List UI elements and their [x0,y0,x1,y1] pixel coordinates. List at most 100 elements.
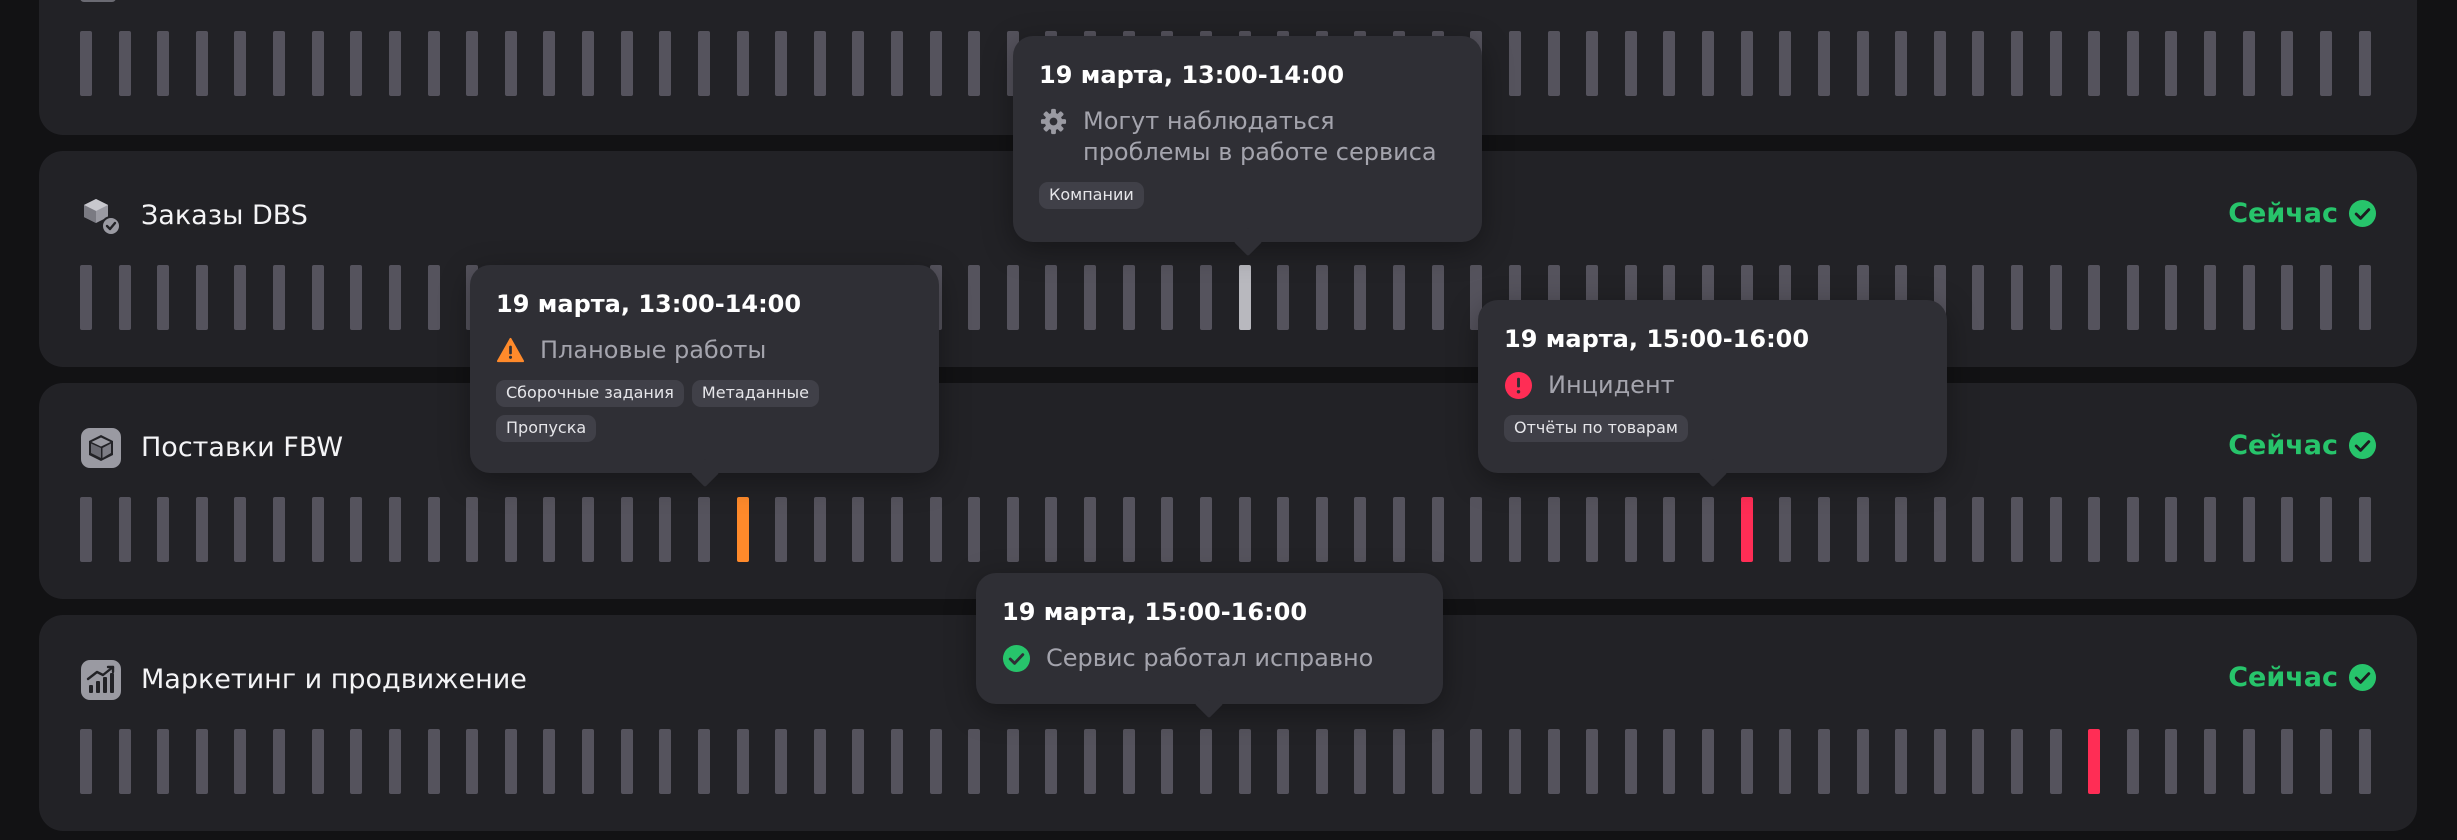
uptime-bar[interactable] [2320,31,2332,96]
uptime-bar[interactable] [1857,729,1869,794]
uptime-bar[interactable] [505,497,517,562]
uptime-bar[interactable] [157,31,169,96]
uptime-bar[interactable] [2050,497,2062,562]
uptime-bar[interactable] [543,729,555,794]
uptime-bar[interactable] [1934,497,1946,562]
uptime-bar[interactable] [814,31,826,96]
uptime-bar[interactable] [543,497,555,562]
uptime-bar[interactable] [930,497,942,562]
uptime-bar[interactable] [1316,729,1328,794]
uptime-bar[interactable] [2320,497,2332,562]
uptime-bar[interactable] [582,497,594,562]
uptime-bar[interactable] [196,265,208,330]
uptime-bar[interactable] [196,31,208,96]
uptime-bar[interactable] [157,265,169,330]
uptime-bar[interactable] [1702,729,1714,794]
uptime-bar[interactable] [1393,265,1405,330]
uptime-bar[interactable] [2127,265,2139,330]
uptime-bar[interactable] [2050,265,2062,330]
uptime-bar[interactable] [852,31,864,96]
uptime-bar[interactable] [659,497,671,562]
uptime-bar[interactable] [1741,497,1753,562]
uptime-bar[interactable] [1779,31,1791,96]
uptime-bar[interactable] [659,31,671,96]
uptime-bar[interactable] [1663,31,1675,96]
uptime-bar[interactable] [1702,497,1714,562]
uptime-bar[interactable] [2088,497,2100,562]
uptime-bar[interactable] [1625,729,1637,794]
uptime-bar[interactable] [2320,729,2332,794]
uptime-bar[interactable] [389,31,401,96]
uptime-bar[interactable] [968,265,980,330]
uptime-bar[interactable] [2050,729,2062,794]
uptime-bar[interactable] [1200,497,1212,562]
uptime-bar[interactable] [852,729,864,794]
uptime-bar[interactable] [350,265,362,330]
uptime-bar[interactable] [234,31,246,96]
uptime-bar[interactable] [1779,729,1791,794]
uptime-bar[interactable] [621,729,633,794]
uptime-bar[interactable] [1007,729,1019,794]
uptime-bar[interactable] [119,31,131,96]
uptime-bar[interactable] [350,497,362,562]
uptime-bar[interactable] [2204,729,2216,794]
uptime-bar[interactable] [543,31,555,96]
uptime-bar[interactable] [891,31,903,96]
uptime-bar[interactable] [389,265,401,330]
uptime-bar[interactable] [234,265,246,330]
uptime-bar[interactable] [2127,729,2139,794]
uptime-bar[interactable] [1239,265,1251,330]
uptime-bar[interactable] [234,497,246,562]
uptime-bar[interactable] [968,31,980,96]
uptime-bar[interactable] [2281,31,2293,96]
uptime-bar[interactable] [1972,497,1984,562]
uptime-bar[interactable] [1316,497,1328,562]
uptime-bar[interactable] [1470,497,1482,562]
uptime-bar[interactable] [2281,497,2293,562]
uptime-bar[interactable] [1548,729,1560,794]
uptime-bar[interactable] [737,497,749,562]
uptime-bar[interactable] [80,31,92,96]
uptime-bar[interactable] [659,729,671,794]
uptime-bar[interactable] [80,265,92,330]
uptime-bar[interactable] [2281,729,2293,794]
uptime-bar[interactable] [621,497,633,562]
uptime-bar[interactable] [1625,497,1637,562]
uptime-bar[interactable] [968,729,980,794]
uptime-bar[interactable] [80,729,92,794]
uptime-bar[interactable] [1972,265,1984,330]
uptime-bar[interactable] [1354,729,1366,794]
uptime-bar[interactable] [698,31,710,96]
uptime-bar[interactable] [1123,729,1135,794]
uptime-bar[interactable] [2165,497,2177,562]
uptime-bar[interactable] [2127,31,2139,96]
uptime-bar[interactable] [1663,729,1675,794]
uptime-bar[interactable] [698,729,710,794]
uptime-bar[interactable] [2359,729,2371,794]
uptime-bar[interactable] [1084,265,1096,330]
uptime-bar[interactable] [2281,265,2293,330]
uptime-bar[interactable] [2204,497,2216,562]
uptime-bar[interactable] [852,497,864,562]
uptime-bar[interactable] [1161,729,1173,794]
uptime-bar[interactable] [1393,729,1405,794]
uptime-bar[interactable] [2011,31,2023,96]
uptime-bar[interactable] [428,265,440,330]
uptime-bar[interactable] [1432,265,1444,330]
uptime-bar[interactable] [621,31,633,96]
uptime-bar[interactable] [1123,265,1135,330]
uptime-bar[interactable] [1895,31,1907,96]
uptime-bar[interactable] [2165,31,2177,96]
uptime-bar[interactable] [2088,31,2100,96]
uptime-bar[interactable] [2243,729,2255,794]
uptime-bar[interactable] [1895,497,1907,562]
uptime-bar[interactable] [119,265,131,330]
uptime-bar[interactable] [1702,31,1714,96]
uptime-bar[interactable] [2204,31,2216,96]
uptime-bar[interactable] [2011,729,2023,794]
uptime-bar[interactable] [930,31,942,96]
uptime-bar[interactable] [1045,729,1057,794]
uptime-bar[interactable] [775,497,787,562]
uptime-bar[interactable] [1277,729,1289,794]
uptime-bar[interactable] [737,31,749,96]
